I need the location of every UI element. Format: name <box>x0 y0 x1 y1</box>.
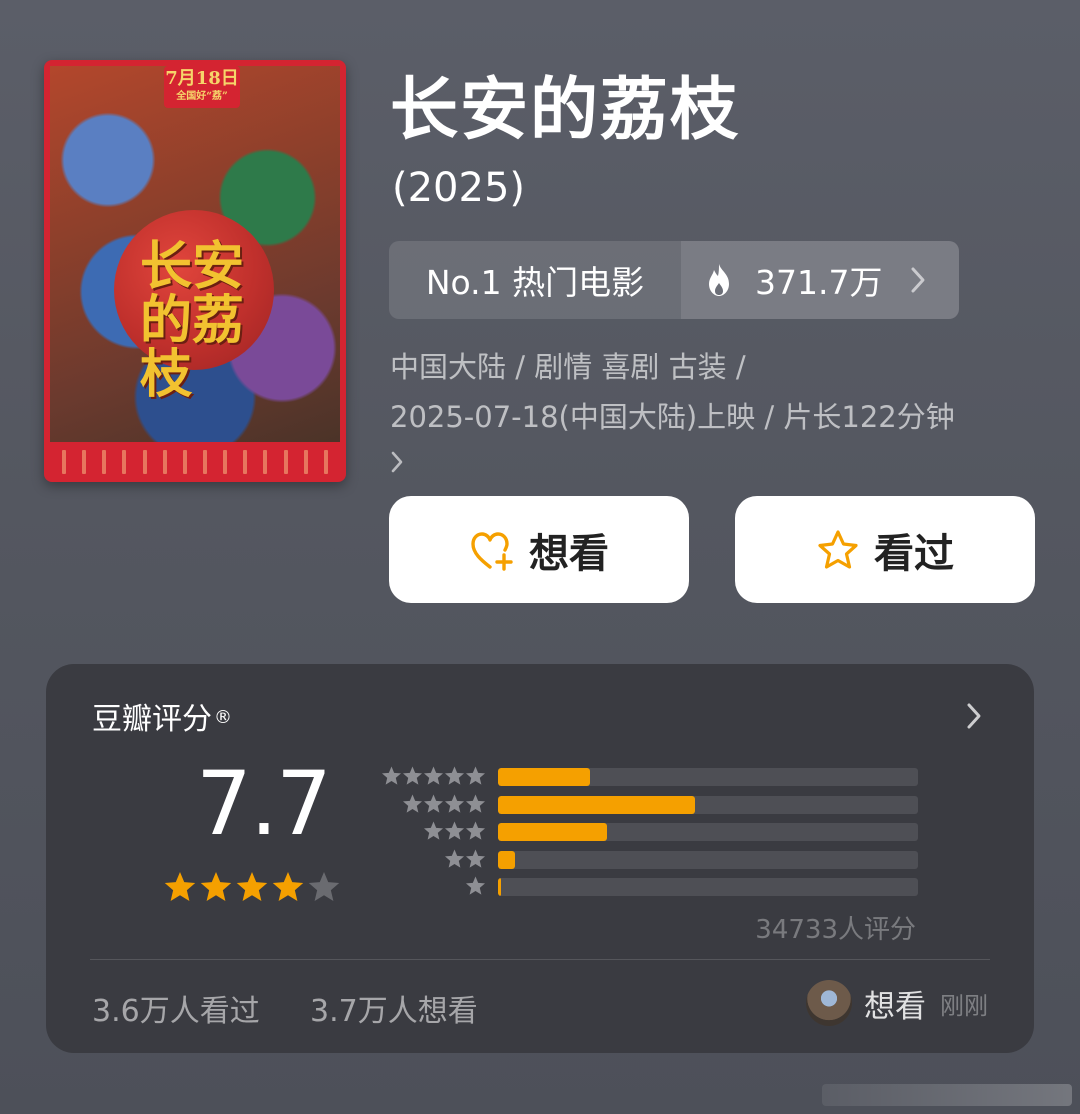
distribution-track <box>498 878 918 896</box>
distribution-bar <box>498 878 501 896</box>
heart-plus-icon <box>471 531 513 571</box>
activity-time: 刚刚 <box>940 991 988 1020</box>
poster-date-text: 7月18日 <box>165 68 239 89</box>
watermark <box>822 1084 1072 1106</box>
seen-count[interactable]: 3.6万人看过 <box>92 986 260 1030</box>
score-star <box>308 872 340 901</box>
distribution-stars <box>423 821 486 840</box>
distribution-track <box>498 850 918 869</box>
distribution-row <box>376 766 921 786</box>
rating-count: 34733人评分 <box>755 915 916 945</box>
poster-title-art: 长安的荔枝 <box>140 236 245 405</box>
distribution-row <box>376 849 921 869</box>
distribution-stars <box>444 849 486 868</box>
movie-meta[interactable]: 中国大陆 / 剧情 喜剧 古装 / 2025-07-18(中国大陆)上映 / 片… <box>390 342 1050 474</box>
rating-title-text: 豆瓣评分 <box>92 702 212 737</box>
distribution-track <box>498 823 918 841</box>
flame-icon <box>709 264 729 296</box>
douban-rating-card[interactable]: 豆瓣评分 ® 7.7 34733人评分 3.6万人看过 3.7万人想看 想看 刚刚 <box>46 664 1034 1053</box>
rank-banner[interactable]: No.1 热门电影 371.7万 <box>389 241 959 319</box>
chevron-right-icon <box>911 267 925 293</box>
rating-score: 7.7 <box>196 752 332 855</box>
registered-mark: ® <box>214 707 232 728</box>
heat-value: 371.7万 <box>755 263 883 302</box>
meta-release-line: 2025-07-18(中国大陆)上映 / 片长122分钟 <box>390 400 955 434</box>
divider <box>90 959 990 960</box>
distribution-row <box>376 794 921 814</box>
rank-label: No.1 热门电影 <box>425 263 645 302</box>
watched-button[interactable]: 看过 <box>735 496 1035 603</box>
movie-year: (2025) <box>392 165 526 211</box>
score-stars <box>164 872 340 901</box>
movie-title: 长安的荔枝 <box>390 71 741 150</box>
friend-activity[interactable]: 想看 刚刚 <box>806 978 988 1028</box>
distribution-stars <box>381 766 486 785</box>
want-label: 想看 <box>529 530 609 577</box>
distribution-bar <box>498 823 608 841</box>
distribution-row <box>376 821 921 841</box>
want-count[interactable]: 3.7万人想看 <box>310 986 478 1030</box>
distribution-bar <box>498 850 515 869</box>
chevron-right-icon[interactable] <box>966 702 982 730</box>
seen-label: 看过 <box>874 530 954 577</box>
avatar <box>806 980 852 1026</box>
meta-genre-line: 中国大陆 / 剧情 喜剧 古装 / <box>390 350 746 384</box>
distribution-row <box>376 876 921 896</box>
poster-date-badge: 7月18日 全国好“荔” <box>164 66 240 108</box>
movie-poster[interactable]: 长安的荔枝 7月18日 全国好“荔” <box>44 60 346 482</box>
distribution-bar <box>498 795 696 814</box>
heat-indicator[interactable]: 371.7万 <box>681 241 959 319</box>
activity-label: 想看 <box>864 988 926 1025</box>
rating-card-title: 豆瓣评分 ® <box>92 700 232 740</box>
distribution-bar <box>498 768 591 786</box>
chevron-right-icon <box>391 451 403 473</box>
distribution-stars <box>402 794 486 813</box>
score-star <box>200 872 232 901</box>
score-star <box>236 872 268 901</box>
distribution-stars <box>465 876 486 895</box>
distribution-track <box>498 768 918 786</box>
score-star <box>272 872 304 901</box>
distribution-track <box>498 795 918 814</box>
poster-date-subtext: 全国好“荔” <box>176 91 228 102</box>
star-outline-icon <box>818 529 858 569</box>
want-to-watch-button[interactable]: 想看 <box>389 496 689 603</box>
poster-credits <box>54 448 336 476</box>
score-star <box>164 872 196 901</box>
